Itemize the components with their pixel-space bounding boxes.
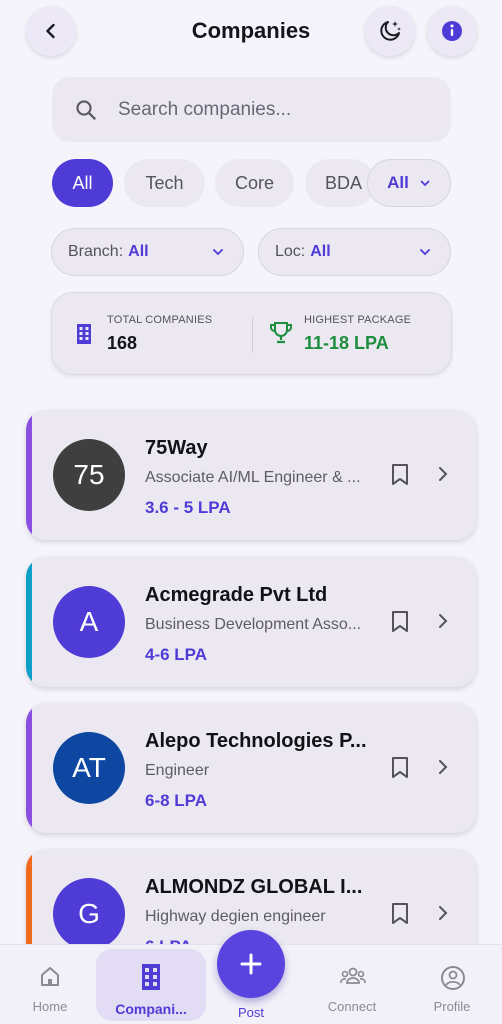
branch-filter-value: All — [128, 243, 149, 260]
bookmark-icon[interactable] — [390, 463, 410, 487]
card-accent-bar — [26, 703, 32, 833]
profile-icon — [441, 966, 465, 990]
company-card[interactable]: A Acmegrade Pvt Ltd Business Development… — [26, 557, 476, 687]
nav-connect-label: Connect — [327, 999, 377, 1014]
nav-profile-label: Profile — [433, 999, 471, 1014]
type-filter-dropdown[interactable]: All — [367, 159, 451, 207]
people-icon — [340, 967, 366, 984]
chip-all[interactable]: All — [52, 159, 113, 207]
nav-home[interactable]: Home — [0, 945, 100, 1024]
stats-divider — [252, 317, 253, 353]
highest-package-label: HIGHEST PACKAGE — [304, 314, 412, 326]
nav-post-label: Post — [237, 1005, 264, 1020]
post-button[interactable] — [217, 930, 285, 998]
chip-bda[interactable]: BDA — [305, 159, 375, 207]
location-filter-label: Loc: — [275, 243, 306, 260]
chevron-right-icon[interactable] — [436, 613, 450, 629]
company-name: ALMONDZ GLOBAL I... — [145, 876, 363, 898]
plus-icon — [240, 953, 262, 975]
chevron-down-icon — [420, 180, 430, 187]
company-avatar: A — [53, 586, 125, 658]
nav-companies[interactable]: Compani... — [101, 945, 201, 1024]
moon-stars-icon — [380, 21, 401, 41]
building-icon — [77, 324, 91, 344]
chip-tech[interactable]: Tech — [124, 159, 205, 207]
company-card[interactable]: AT Alepo Technologies P... Engineer 6-8 … — [26, 703, 476, 833]
company-card[interactable]: 75 75Way Associate AI/ML Engineer & ... … — [26, 410, 476, 540]
search-icon — [76, 99, 96, 120]
total-companies-value: 168 — [107, 333, 138, 353]
chevron-down-icon — [213, 249, 223, 256]
bookmark-icon[interactable] — [390, 610, 410, 634]
stats-summary: TOTAL COMPANIES 168 HIGHEST PACKAGE 11-1… — [51, 292, 452, 375]
theme-toggle-button[interactable] — [365, 6, 415, 56]
company-name: Acmegrade Pvt Ltd — [145, 584, 328, 606]
company-role: Engineer — [145, 762, 210, 779]
chevron-right-icon[interactable] — [436, 466, 450, 482]
bookmark-icon[interactable] — [390, 756, 410, 780]
bookmark-icon[interactable] — [390, 902, 410, 926]
company-avatar: AT — [53, 732, 125, 804]
branch-filter-dropdown[interactable]: Branch: All — [51, 228, 244, 276]
location-filter-dropdown[interactable]: Loc: All — [258, 228, 451, 276]
info-button[interactable] — [427, 6, 477, 56]
app-header: Companies — [0, 0, 502, 64]
highest-package-value: 11-18 LPA — [304, 333, 389, 353]
nav-connect[interactable]: Connect — [302, 945, 402, 1024]
chevron-right-icon[interactable] — [436, 759, 450, 775]
info-icon — [442, 21, 462, 41]
chip-core[interactable]: Core — [215, 159, 294, 207]
nav-companies-label: Compani... — [115, 1001, 187, 1017]
branch-filter-label: Branch: — [68, 243, 124, 260]
trophy-icon — [270, 322, 292, 344]
card-accent-bar — [26, 557, 32, 687]
company-package: 4-6 LPA — [145, 645, 208, 664]
location-filter-value: All — [310, 243, 331, 260]
company-package: 6-8 LPA — [145, 791, 208, 810]
company-role: Highway degien engineer — [145, 908, 326, 925]
company-name: 75Way — [145, 437, 208, 459]
total-companies-label: TOTAL COMPANIES — [107, 314, 213, 326]
company-package: 3.6 - 5 LPA — [145, 498, 231, 517]
company-avatar: 75 — [53, 439, 125, 511]
search-bar[interactable] — [52, 77, 451, 142]
search-input[interactable] — [118, 98, 418, 121]
chevron-right-icon[interactable] — [436, 905, 450, 921]
card-accent-bar — [26, 410, 32, 540]
nav-profile[interactable]: Profile — [402, 945, 502, 1024]
company-avatar: G — [53, 878, 125, 950]
nav-home-label: Home — [32, 999, 68, 1014]
company-name: Alepo Technologies P... — [145, 730, 367, 752]
company-role: Associate AI/ML Engineer & ... — [145, 469, 361, 486]
type-filter-value: All — [387, 173, 409, 192]
building-icon — [142, 964, 160, 990]
chevron-down-icon — [420, 249, 430, 256]
company-role: Business Development Asso... — [145, 616, 362, 633]
home-icon — [41, 967, 59, 986]
